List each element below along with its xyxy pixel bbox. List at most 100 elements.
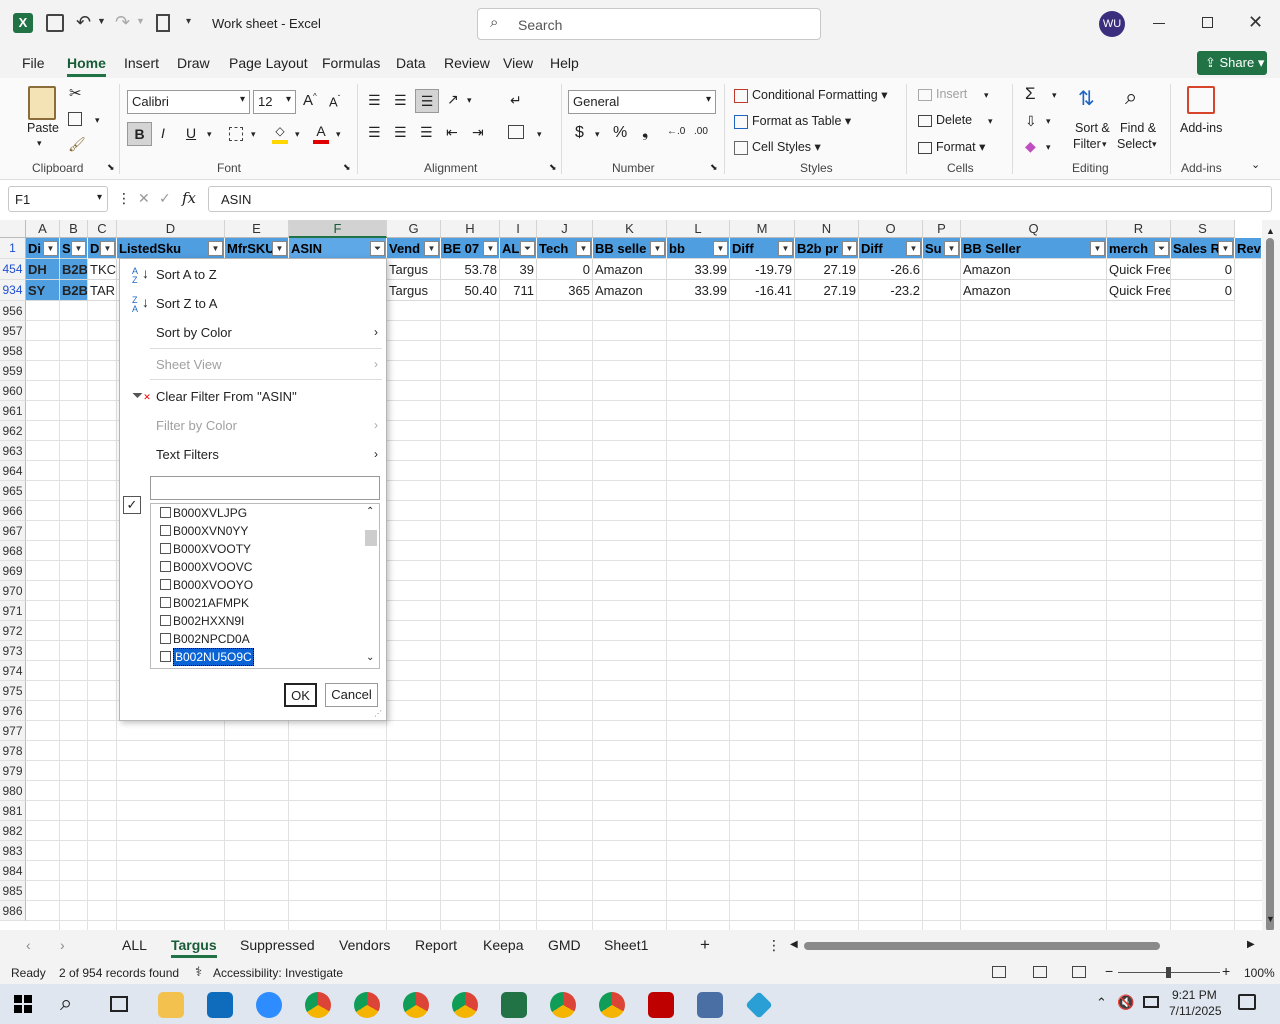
avatar[interactable]: WU [1099,11,1125,37]
tab-review[interactable]: Review [444,55,490,71]
header-cell[interactable]: Tech ▼ [537,238,593,259]
data-cell[interactable]: SY [26,280,60,301]
page-layout-view-icon[interactable] [1033,966,1047,978]
filter-active-icon[interactable]: ⏷ [1154,241,1169,256]
data-cell[interactable]: -23.2 [859,280,923,301]
column-header-n[interactable]: N [795,220,859,238]
paste-button[interactable]: Paste [27,121,59,135]
next-sheet-icon[interactable]: › [60,937,65,953]
close-icon[interactable]: ✕ [1248,12,1263,33]
clear-icon[interactable]: ◆ [1025,138,1036,155]
row-header[interactable]: 978 [0,741,26,761]
find-select-label-1[interactable]: Find & [1120,121,1156,135]
data-cell[interactable]: 39 [500,259,537,280]
header-cell[interactable]: ASIN ⏷ [289,238,387,259]
cancel-button[interactable]: Cancel [325,683,378,707]
filter-dropdown-icon[interactable]: ▼ [1218,241,1233,256]
sort-by-color[interactable]: Sort by Color [156,325,232,340]
save-icon[interactable] [46,14,64,32]
autosum-icon[interactable]: Σ [1025,84,1036,104]
checkbox-icon[interactable] [160,651,171,662]
excel-taskbar-icon[interactable] [501,992,527,1018]
filter-dropdown-icon[interactable]: ▼ [272,241,287,256]
filter-dropdown-icon[interactable]: ▼ [842,241,857,256]
row-header[interactable]: 977 [0,721,26,741]
number-format-combo[interactable]: General ▾ [568,90,716,114]
filter-dropdown-icon[interactable]: ▼ [100,241,115,256]
status-accessibility[interactable]: Accessibility: Investigate [213,966,343,980]
header-cell[interactable]: S ▼ [60,238,88,259]
addins-button[interactable]: Add-ins [1180,121,1222,135]
format-painter-icon[interactable]: 🖌 [68,136,86,153]
list-scroll-up-icon[interactable]: ⌃ [366,506,374,517]
currency-icon[interactable]: $ [575,124,584,142]
h-scroll-right-icon[interactable]: ▶ [1247,939,1255,950]
data-cell[interactable]: 27.19 [795,259,859,280]
list-item[interactable]: B000XVN0YY [160,522,248,540]
comma-icon[interactable]: ❟ [642,124,648,142]
data-cell[interactable]: Quick Free [1107,280,1171,301]
header-cell[interactable]: BB selle ▼ [593,238,667,259]
list-scroll-thumb[interactable] [365,530,377,546]
insert-cells-button[interactable]: Insert [918,87,967,101]
copy-icon[interactable] [68,112,82,126]
form-icon[interactable] [156,14,170,32]
wrap-text-icon[interactable]: ↵ [510,92,522,109]
share-button[interactable]: ⇪ Share ▾ [1197,51,1267,75]
data-cell[interactable]: 33.99 [667,280,730,301]
filter-active-icon[interactable]: ⏷ [370,241,385,256]
search-box[interactable]: ⌕ Search [477,8,821,40]
row-header[interactable]: 985 [0,881,26,901]
filter-dropdown-icon[interactable]: ▼ [1090,241,1105,256]
checkbox-icon[interactable] [160,633,171,644]
filter-search-input[interactable] [150,476,380,500]
chrome-icon[interactable] [305,992,331,1018]
filter-active-icon[interactable]: ⏷ [520,241,535,256]
copy-dropdown-icon[interactable]: ▾ [95,115,100,126]
chrome-profile-4-icon[interactable] [452,992,478,1018]
paste-icon[interactable] [28,86,56,120]
checkbox-icon[interactable] [160,507,171,518]
data-cell[interactable]: Targus [387,259,441,280]
scroll-thumb[interactable] [1266,238,1274,932]
row-header[interactable]: 983 [0,841,26,861]
header-cell[interactable]: D ▼ [88,238,117,259]
percent-icon[interactable]: % [613,124,627,142]
row-header[interactable]: 961 [0,401,26,421]
task-view-icon[interactable] [110,996,128,1012]
data-cell[interactable]: Quick Free [1107,259,1171,280]
calculator-icon[interactable] [697,992,723,1018]
bold-button[interactable]: B [127,122,152,146]
row-header[interactable]: 962 [0,421,26,441]
column-header-l[interactable]: L [667,220,730,238]
underline-dropdown-icon[interactable]: ▾ [207,129,212,140]
row-header[interactable]: 957 [0,321,26,341]
list-item[interactable]: B000XVOOTY [160,540,251,558]
data-cell[interactable]: Targus [387,280,441,301]
clear-dropdown-icon[interactable]: ▾ [1046,142,1051,153]
header-cell[interactable]: Diff ▼ [730,238,795,259]
column-header-i[interactable]: I [500,220,537,238]
header-cell[interactable]: Sales R ▼ [1171,238,1235,259]
filter-dropdown-icon[interactable]: ▼ [576,241,591,256]
row-header[interactable]: 454 [0,259,26,280]
list-item[interactable]: B0021AFMPK [160,594,249,612]
minimize-icon[interactable] [1153,23,1165,24]
data-cell[interactable]: DH [26,259,60,280]
row-header[interactable]: 960 [0,381,26,401]
collapse-ribbon-icon[interactable]: ⌄ [1251,158,1260,171]
sort-filter-label-2[interactable]: Filter [1073,137,1101,151]
data-cell[interactable]: TKC [88,259,117,280]
delete-cells-button[interactable]: Delete [918,113,972,127]
more-options-icon[interactable]: ⋮ [767,937,781,954]
scroll-down-icon[interactable]: ▼ [1266,914,1275,924]
row-header[interactable]: 958 [0,341,26,361]
row-header[interactable]: 959 [0,361,26,381]
increase-font-icon[interactable]: A^ [303,92,317,109]
tab-view[interactable]: View [503,55,533,71]
filter-dropdown-icon[interactable]: ▼ [906,241,921,256]
tab-help[interactable]: Help [550,55,579,71]
fill-dropdown-icon[interactable]: ▾ [295,129,300,140]
cell-styles-button[interactable]: Cell Styles ▾ [734,139,821,155]
column-header-e[interactable]: E [225,220,289,238]
